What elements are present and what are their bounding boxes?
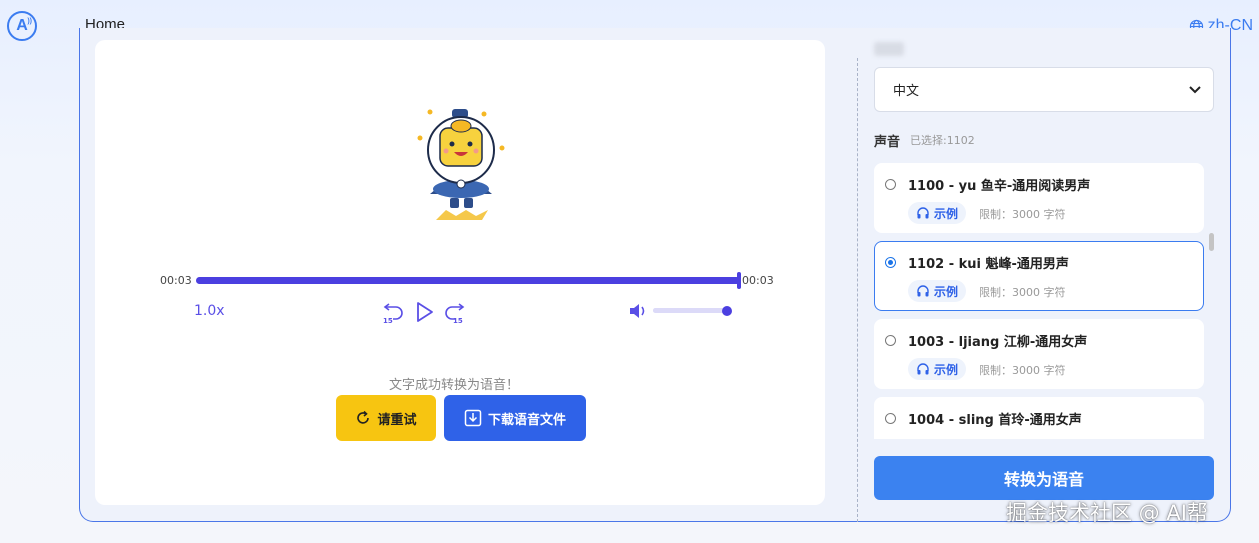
language-select-value: 中文 <box>893 84 920 99</box>
voice-list[interactable]: 1100 - yu 鱼辛-通用阅读男声 示例 限制：3000 字符 1102 -… <box>866 155 1208 439</box>
rewind-icon: 15 <box>383 303 403 324</box>
sample-button[interactable]: 示例 <box>908 202 967 224</box>
volume-slider[interactable] <box>653 308 727 313</box>
total-time: 00:03 <box>742 274 774 287</box>
voice-list-scrollbar[interactable] <box>1209 233 1214 251</box>
panel-divider <box>857 58 858 522</box>
blurred-section-label <box>874 42 904 56</box>
rewind-seconds-label: 15 <box>383 317 393 324</box>
progress-fill <box>196 277 740 284</box>
voice-option-1102[interactable]: 1102 - kui 魁峰-通用男声 示例 限制：3000 字符 <box>874 241 1204 311</box>
voice-name: 1100 - yu 鱼辛-通用阅读男声 <box>908 179 1091 194</box>
app-logo[interactable]: A )) <box>7 11 37 41</box>
play-button[interactable] <box>414 300 436 324</box>
language-select[interactable]: 中文 <box>874 67 1214 112</box>
sample-button[interactable]: 示例 <box>908 280 967 302</box>
voice-selected-indicator: 已选择:1102 <box>910 134 975 147</box>
voice-option-1003[interactable]: 1003 - ljiang 江柳-通用女声 示例 限制：3000 字符 <box>874 319 1204 389</box>
download-label: 下载语音文件 <box>487 412 566 428</box>
headphones-icon <box>917 285 929 297</box>
logo-letter: A <box>16 17 28 34</box>
forward-15-button[interactable]: 15 <box>442 300 466 324</box>
forward-icon: 15 <box>445 303 465 324</box>
rewind-15-button[interactable]: 15 <box>382 300 406 324</box>
progress-handle[interactable] <box>737 272 741 289</box>
headphones-icon <box>917 207 929 219</box>
refresh-icon <box>357 410 370 424</box>
voice-radio-selected[interactable] <box>885 257 896 268</box>
progress-bar[interactable] <box>196 277 740 284</box>
mascot-illustration <box>417 109 505 220</box>
success-message: 文字成功转换为语音！ <box>389 378 520 393</box>
headphones-icon <box>917 363 929 375</box>
voice-radio[interactable] <box>885 413 896 424</box>
sample-label: 示例 <box>934 206 959 221</box>
forward-seconds-label: 15 <box>453 317 463 324</box>
volume-fill <box>653 308 727 313</box>
voice-radio[interactable] <box>885 335 896 346</box>
char-limit: 限制：3000 字符 <box>979 208 1066 221</box>
sound-wave-icon: )) <box>27 18 32 25</box>
retry-button[interactable]: 请重试 <box>336 395 436 441</box>
voice-section-label: 声音 <box>874 135 901 150</box>
convert-to-speech-button[interactable]: 转换为语音 <box>874 456 1214 500</box>
voice-name: 1102 - kui 魁峰-通用男声 <box>908 257 1069 272</box>
retry-label: 请重试 <box>377 412 417 428</box>
voice-name: 1004 - sling 首玲-通用女声 <box>908 413 1082 428</box>
voice-option-1100[interactable]: 1100 - yu 鱼辛-通用阅读男声 示例 限制：3000 字符 <box>874 163 1204 233</box>
chevron-down-icon <box>1189 85 1201 93</box>
download-icon <box>464 409 482 427</box>
sample-button[interactable]: 示例 <box>908 358 967 380</box>
playback-speed-button[interactable]: 1.0x <box>194 303 225 319</box>
watermark: 掘金技术社区 @ AI帮 <box>1006 501 1208 525</box>
volume-icon <box>630 304 645 318</box>
sample-label: 示例 <box>934 362 959 377</box>
char-limit: 限制：3000 字符 <box>979 286 1066 299</box>
char-limit: 限制：3000 字符 <box>979 364 1066 377</box>
sample-label: 示例 <box>934 284 959 299</box>
voice-radio[interactable] <box>885 179 896 190</box>
download-audio-button[interactable]: 下载语音文件 <box>444 395 586 441</box>
volume-button[interactable] <box>628 303 650 323</box>
current-time: 00:03 <box>160 274 192 287</box>
voice-option-1004[interactable]: 1004 - sling 首玲-通用女声 <box>874 397 1204 439</box>
volume-handle[interactable] <box>722 306 732 316</box>
play-icon <box>417 302 433 322</box>
voice-name: 1003 - ljiang 江柳-通用女声 <box>908 335 1088 350</box>
